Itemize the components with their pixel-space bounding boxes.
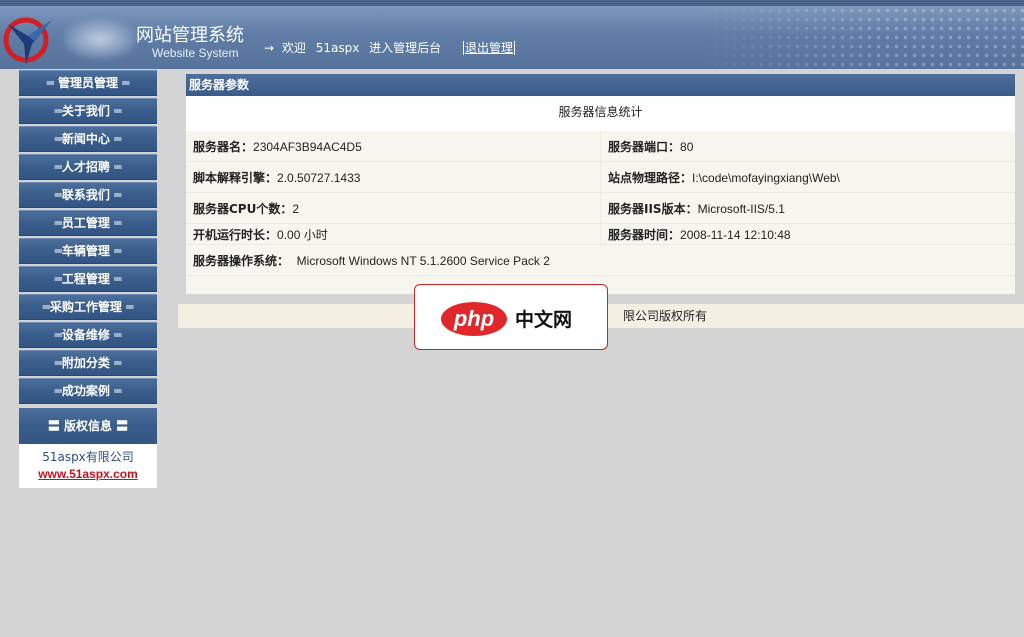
table-row: 开机运行时长：0.00 小时 服务器时间：2008-11-14 12:10:48	[186, 223, 1015, 245]
sidebar-item-extra-categories[interactable]: ═附加分类 ═	[19, 350, 157, 376]
panel-subtitle: 服务器信息统计	[186, 96, 1015, 131]
field-label: 服务器端口：	[608, 139, 681, 154]
sidebar-item-maintenance[interactable]: ═设备维修 ═	[19, 322, 157, 348]
field-value: 2008-11-14 12:10:48	[680, 227, 791, 242]
welcome-message: → 欢迎 51aspx 进入管理后台 退出管理	[264, 39, 516, 56]
field-value: 2.0.50727.1433	[277, 170, 361, 185]
header: 网站管理系统 Website System → 欢迎 51aspx 进入管理后台…	[0, 0, 1024, 69]
table-row: 脚本解释引擎：2.0.50727.1433 站点物理路径：I:\code\mof…	[186, 161, 1015, 193]
sidebar-item-purchasing[interactable]: ═采购工作管理 ═	[19, 294, 157, 320]
table-cell: 开机运行时长：0.00 小时	[186, 223, 601, 245]
welcome-suffix: 进入管理后台	[369, 41, 442, 55]
table-row: 服务器CPU个数：2 服务器IIS版本：Microsoft-IIS/5.1	[186, 192, 1015, 224]
table-row: 服务器名：2304AF3B94AC4D5 服务器端口：80	[186, 131, 1015, 162]
field-value: 2304AF3B94AC4D5	[253, 139, 362, 154]
table-cell: 服务器操作系统： Microsoft Windows NT 5.1.2600 S…	[186, 244, 1015, 276]
field-label: 服务器CPU个数：	[193, 201, 293, 216]
field-label: 服务器IIS版本：	[608, 201, 698, 216]
table-cell: 服务器端口：80	[600, 131, 1015, 162]
php-logo-icon: php	[441, 302, 507, 336]
sidebar-item-vehicles[interactable]: ═车辆管理 ═	[19, 238, 157, 264]
php-watermark-text: 中文网	[515, 309, 573, 331]
logo-icon	[3, 17, 52, 64]
sidebar-item-admin[interactable]: ═ 管理员管理 ═	[19, 70, 157, 96]
panel-title: 服务器参数	[186, 74, 1015, 96]
field-label: 站点物理路径：	[608, 170, 693, 185]
sidebar-item-about[interactable]: ═关于我们 ═	[19, 98, 157, 124]
footer-text: 限公司版权所有	[622, 309, 707, 323]
arrow-right-icon: →	[264, 41, 275, 55]
table-cell: 服务器名：2304AF3B94AC4D5	[186, 131, 601, 162]
field-label: 服务器时间：	[608, 227, 681, 242]
field-label: 开机运行时长：	[193, 227, 278, 242]
header-dot-pattern	[694, 6, 1024, 69]
sidebar: ═ 管理员管理 ═ ═关于我们 ═ ═新闻中心 ═ ═人才招聘 ═ ═联系我们 …	[19, 70, 157, 488]
server-info-table: 服务器名：2304AF3B94AC4D5 服务器端口：80 脚本解释引擎：2.0…	[186, 131, 1015, 276]
sidebar-item-cases[interactable]: ═成功案例 ═	[19, 378, 157, 404]
sidebar-item-staff[interactable]: ═员工管理 ═	[19, 210, 157, 236]
table-cell: 站点物理路径：I:\code\mofayingxiang\Web\	[600, 161, 1015, 193]
company-url-link[interactable]: www.51aspx.com	[38, 467, 138, 481]
field-label: 服务器操作系统：	[193, 253, 290, 268]
field-label: 脚本解释引擎：	[193, 170, 278, 185]
table-cell: 服务器时间：2008-11-14 12:10:48	[600, 223, 1015, 245]
welcome-prefix: 欢迎	[281, 41, 306, 55]
field-value: 2	[292, 201, 300, 216]
logout-link[interactable]: 退出管理	[463, 41, 516, 55]
sidebar-item-contact[interactable]: ═联系我们 ═	[19, 182, 157, 208]
copyright-header: 〓 版权信息 〓	[19, 408, 157, 444]
field-value: I:\code\mofayingxiang\Web\	[692, 170, 840, 185]
sidebar-item-projects[interactable]: ═工程管理 ═	[19, 266, 157, 292]
sidebar-item-news[interactable]: ═新闻中心 ═	[19, 126, 157, 152]
field-value: Microsoft-IIS/5.1	[697, 201, 785, 216]
system-title: 网站管理系统	[136, 25, 244, 46]
table-row: 服务器操作系统： Microsoft Windows NT 5.1.2600 S…	[186, 244, 1015, 276]
username: 51aspx	[315, 41, 360, 55]
company-name: 51aspx有限公司	[42, 450, 134, 464]
copyright-box: 51aspx有限公司 www.51aspx.com	[19, 444, 157, 488]
field-label: 服务器名：	[193, 139, 254, 154]
field-value: 80	[680, 139, 694, 154]
php-watermark-badge: php 中文网	[414, 284, 608, 350]
field-value: Microsoft Windows NT 5.1.2600 Service Pa…	[296, 253, 550, 268]
table-cell: 服务器IIS版本：Microsoft-IIS/5.1	[600, 192, 1015, 224]
table-cell: 服务器CPU个数：2	[186, 192, 601, 224]
field-value: 0.00 小时	[277, 227, 328, 242]
sidebar-item-jobs[interactable]: ═人才招聘 ═	[19, 154, 157, 180]
system-subtitle: Website System	[152, 46, 239, 60]
table-cell: 脚本解释引擎：2.0.50727.1433	[186, 161, 601, 193]
server-info-panel: 服务器参数 服务器信息统计 服务器名：2304AF3B94AC4D5 服务器端口…	[186, 74, 1015, 294]
logo-blurred-text	[62, 18, 138, 60]
